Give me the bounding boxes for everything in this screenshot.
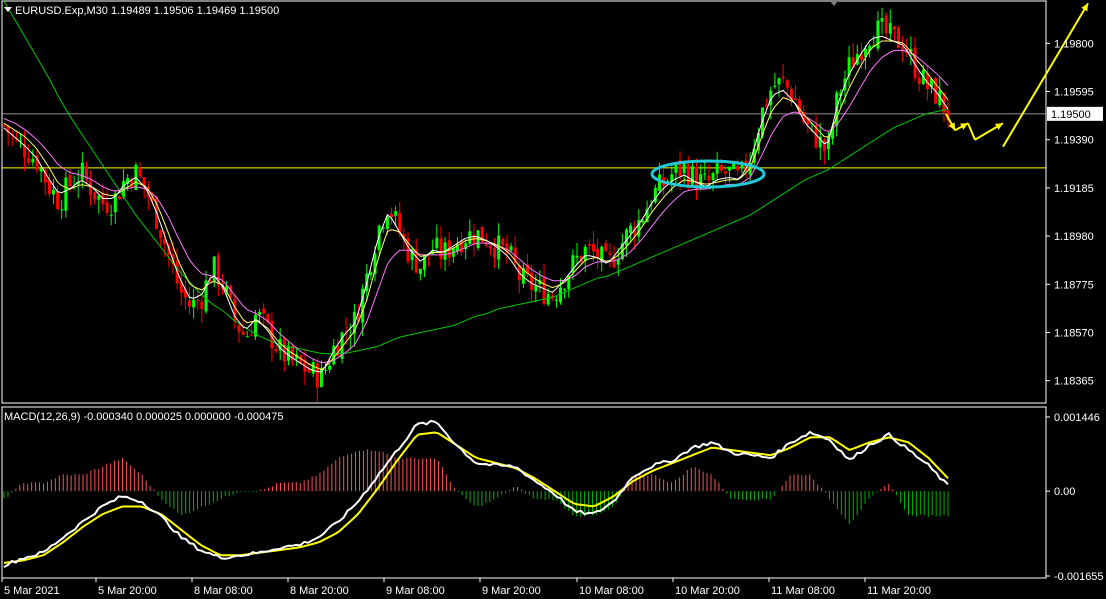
trading-chart: 1.19500 EURUSD.Exp,M30 1.19489 1.19506 1… xyxy=(0,0,1106,599)
candle xyxy=(134,162,138,191)
macd-tick-label: 0.00 xyxy=(1054,486,1075,498)
macd-tick-label: -0.001655 xyxy=(1054,571,1104,583)
time-tick-label: 8 Mar 20:00 xyxy=(290,585,349,597)
price-tick-label: 1.19185 xyxy=(1054,183,1094,195)
price-tick-label: 1.18980 xyxy=(1054,231,1094,243)
price-tick-label: 1.19390 xyxy=(1054,135,1094,147)
macd-tick-label: 0.001446 xyxy=(1054,412,1100,424)
price-tick-label: 1.18365 xyxy=(1054,376,1094,388)
time-tick-label: 5 Mar 2021 xyxy=(4,585,60,597)
time-tick-label: 9 Mar 08:00 xyxy=(386,585,445,597)
main-title: EURUSD.Exp,M30 1.19489 1.19506 1.19469 1… xyxy=(15,5,279,17)
time-tick-label: 5 Mar 20:00 xyxy=(98,585,157,597)
time-tick-label: 10 Mar 20:00 xyxy=(675,585,740,597)
candle xyxy=(476,230,480,251)
time-tick-label: 11 Mar 20:00 xyxy=(867,585,931,597)
time-tick-label: 11 Mar 08:00 xyxy=(771,585,835,597)
price-tick-label: 1.19800 xyxy=(1054,38,1094,50)
price-tick-label: 1.18775 xyxy=(1054,279,1094,291)
time-tick-label: 8 Mar 08:00 xyxy=(194,585,253,597)
time-tick-label: 10 Mar 08:00 xyxy=(579,585,644,597)
candle xyxy=(897,26,901,49)
current-price-label: 1.19500 xyxy=(1051,109,1091,121)
price-tick-label: 1.18570 xyxy=(1054,327,1094,339)
time-tick-label: 9 Mar 20:00 xyxy=(482,585,541,597)
price-tick-label: 1.19595 xyxy=(1054,87,1094,99)
macd-title: MACD(12,26,9) -0.000340 0.000025 0.00000… xyxy=(4,411,284,423)
